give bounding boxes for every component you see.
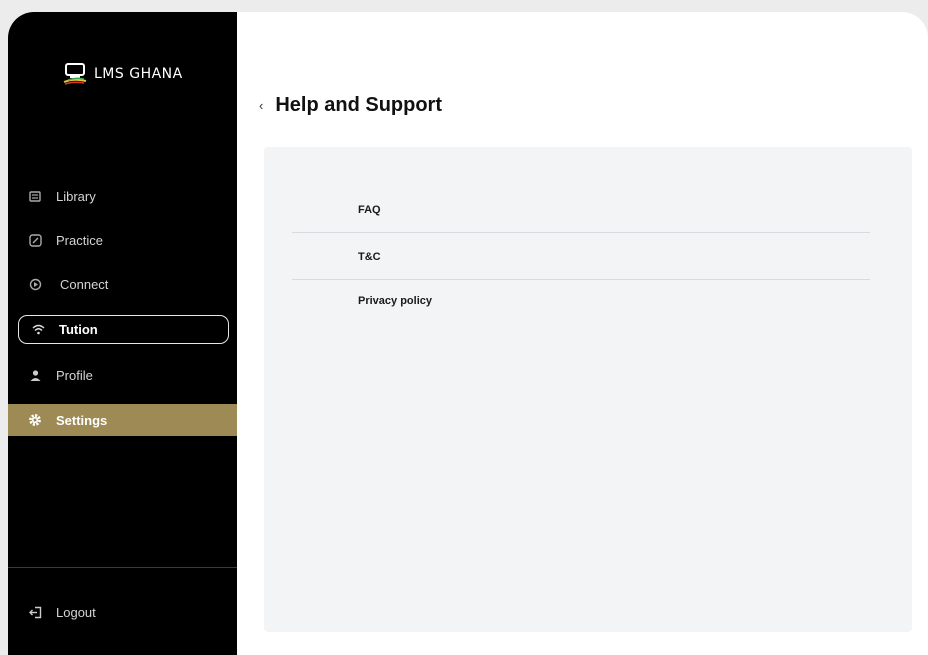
faq-item[interactable]: FAQ: [292, 187, 870, 233]
sidebar-item-label: Library: [56, 188, 96, 204]
sidebar-divider: [8, 567, 237, 568]
app-window: LMS GHANA Library Practice Connect Tutio: [8, 12, 928, 655]
sidebar-item-label: Profile: [56, 367, 93, 383]
profile-icon: [28, 368, 42, 382]
privacy-policy-item[interactable]: Privacy policy: [292, 278, 870, 324]
sidebar-item-tution[interactable]: Tution: [18, 315, 229, 344]
logout-icon: [28, 605, 42, 619]
menu-item-label: T&C: [358, 250, 381, 263]
logout-label: Logout: [56, 604, 96, 620]
logo-text: LMS GHANA: [94, 66, 183, 82]
sidebar-item-practice[interactable]: Practice: [16, 225, 230, 255]
sidebar-item-connect[interactable]: Connect: [16, 269, 230, 299]
sidebar-item-settings[interactable]: Settings: [8, 404, 237, 436]
sidebar-item-label: Settings: [56, 412, 108, 428]
connect-icon: [28, 277, 42, 291]
menu-item-label: Privacy policy: [358, 295, 432, 307]
menu-item-label: FAQ: [358, 203, 381, 216]
terms-item[interactable]: T&C: [292, 234, 870, 280]
library-icon: [28, 189, 42, 203]
sidebar-item-label: Practice: [56, 232, 103, 248]
logout-button[interactable]: Logout: [16, 597, 230, 627]
gear-icon: [28, 413, 42, 427]
back-button[interactable]: ‹: [259, 98, 263, 113]
logo: LMS GHANA: [62, 62, 183, 86]
page-header: ‹ Help and Support: [259, 94, 442, 117]
practice-icon: [28, 233, 42, 247]
sidebar: LMS GHANA Library Practice Connect Tutio: [8, 12, 237, 655]
page-title: Help and Support: [275, 94, 443, 116]
sidebar-item-library[interactable]: Library: [16, 181, 230, 211]
sidebar-item-label: Tution: [59, 322, 98, 337]
support-panel: FAQ T&C Privacy policy: [264, 147, 912, 632]
wifi-icon: [31, 323, 45, 337]
logo-icon: [63, 63, 87, 85]
sidebar-item-profile[interactable]: Profile: [16, 360, 230, 390]
sidebar-item-label: Connect: [60, 276, 109, 292]
